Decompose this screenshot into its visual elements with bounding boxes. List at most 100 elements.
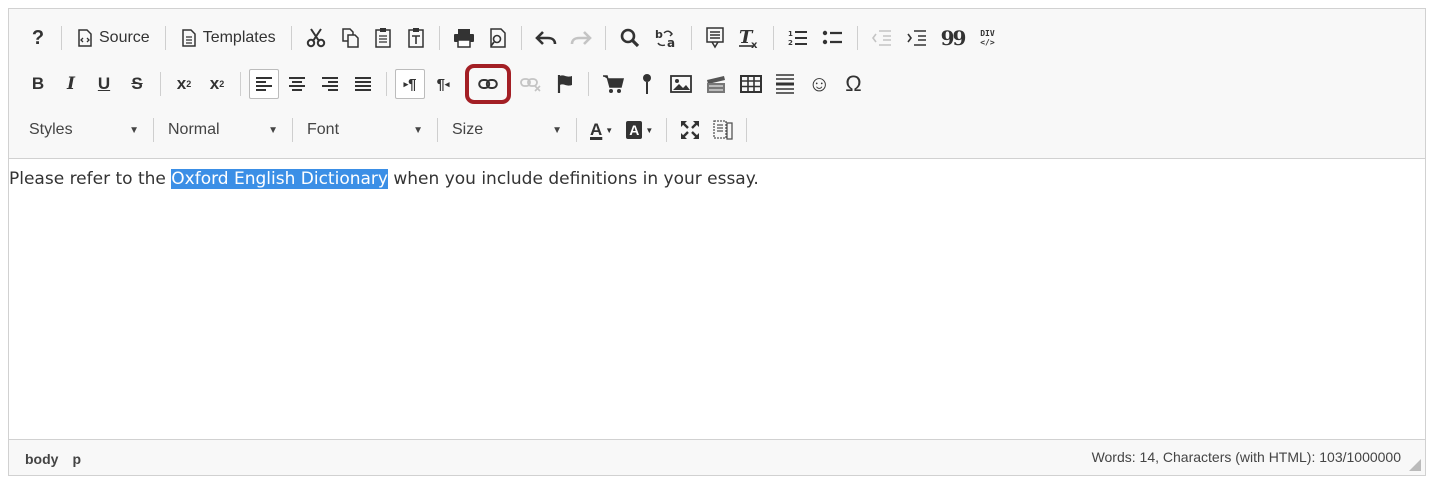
- toolbar-separator: [437, 118, 438, 142]
- special-character-button[interactable]: Ω: [838, 69, 868, 99]
- bulleted-list-button[interactable]: [817, 23, 849, 53]
- selected-text: Oxford English Dictionary: [171, 169, 388, 189]
- pin-icon: [643, 74, 651, 94]
- numbered-list-button[interactable]: 12: [782, 23, 814, 53]
- insert-media-button[interactable]: [700, 69, 732, 99]
- subscript-button[interactable]: x2: [169, 69, 199, 99]
- toolbar-separator: [520, 26, 522, 50]
- align-center-button[interactable]: [282, 69, 312, 99]
- align-center-icon: [289, 77, 305, 91]
- remove-format-button[interactable]: Tx: [733, 23, 765, 53]
- cut-button[interactable]: [300, 23, 332, 53]
- subscript-digit: 2: [186, 79, 192, 89]
- print-button[interactable]: [448, 23, 480, 53]
- align-right-button[interactable]: [315, 69, 345, 99]
- insert-image-button[interactable]: [665, 69, 697, 99]
- horizontal-rule-button[interactable]: [770, 69, 800, 99]
- path-item-body[interactable]: body: [25, 451, 58, 467]
- text-direction-rtl-button[interactable]: ¶ ◂: [428, 69, 458, 99]
- styles-dropdown-label: Styles: [29, 121, 73, 138]
- rich-text-editor: ? Source Templates b a T x 1 2 99 DIV </…: [8, 8, 1426, 476]
- insert-link-button[interactable]: [465, 64, 511, 104]
- show-blocks-button[interactable]: [708, 115, 738, 145]
- preview-icon: [489, 28, 506, 48]
- copy-icon: [341, 28, 359, 48]
- strikethrough-button[interactable]: S: [122, 69, 152, 99]
- decrease-indent-button[interactable]: [866, 23, 898, 53]
- resize-handle-icon[interactable]: [1409, 459, 1421, 471]
- anchor-button[interactable]: [550, 69, 580, 99]
- background-color-icon: A: [626, 121, 643, 139]
- outdent-icon: [871, 30, 891, 46]
- image-icon: [670, 75, 692, 93]
- increase-indent-button[interactable]: [901, 23, 933, 53]
- create-div-button[interactable]: DIV </>: [972, 23, 1002, 53]
- insert-smiley-button[interactable]: ☺: [803, 69, 835, 99]
- undo-icon: [534, 31, 556, 45]
- maximize-button[interactable]: [675, 115, 705, 145]
- styles-dropdown[interactable]: Styles ▼: [23, 115, 145, 145]
- bold-button[interactable]: B: [23, 69, 53, 99]
- text-direction-ltr-button[interactable]: ▸ ¶: [395, 69, 425, 99]
- chevron-down-icon: ▼: [605, 125, 614, 135]
- redo-button[interactable]: [565, 23, 597, 53]
- bulleted-list-icon: [822, 30, 842, 45]
- toolbar-separator: [576, 118, 577, 142]
- rtl-pilcrow: ¶: [436, 75, 445, 93]
- paste-text-icon: [407, 28, 424, 48]
- blockquote-button[interactable]: 99: [936, 23, 970, 53]
- replace-button[interactable]: ba: [649, 23, 683, 53]
- format-dropdown[interactable]: Normal ▼: [162, 115, 284, 145]
- find-button[interactable]: [614, 23, 646, 53]
- toolbar-separator: [164, 26, 166, 50]
- content-text-after: when you include definitions in your ess…: [387, 169, 759, 189]
- font-dropdown[interactable]: Font ▼: [301, 115, 429, 145]
- preview-button[interactable]: [483, 23, 513, 53]
- subscript-x: x: [176, 74, 187, 93]
- remove-format-icon: Tx: [738, 27, 758, 49]
- chevron-down-icon: ▼: [552, 124, 562, 136]
- align-left-button[interactable]: [249, 69, 279, 99]
- editor-content-area[interactable]: Please refer to the Oxford English Dicti…: [9, 159, 1425, 441]
- chevron-down-icon: ▼: [645, 125, 654, 135]
- undo-button[interactable]: [530, 23, 562, 53]
- text-color-icon: A: [590, 120, 603, 139]
- source-button[interactable]: Source: [70, 23, 157, 53]
- spellcheck-button[interactable]: [700, 23, 730, 53]
- film-icon: [707, 76, 725, 93]
- toolbar-separator: [772, 26, 774, 50]
- ltr-pilcrow: ¶: [408, 75, 417, 93]
- superscript-button[interactable]: x2: [202, 69, 232, 99]
- superscript-x: x: [209, 74, 220, 93]
- insert-table-button[interactable]: [735, 69, 767, 99]
- unlink-button[interactable]: [515, 69, 547, 99]
- toolbar-separator: [61, 26, 62, 50]
- templates-button[interactable]: Templates: [174, 23, 283, 53]
- background-color-button[interactable]: A ▼: [621, 115, 658, 145]
- search-icon: [620, 28, 639, 48]
- align-right-icon: [322, 77, 338, 91]
- underline-button[interactable]: U: [89, 69, 119, 99]
- svg-text:1: 1: [788, 30, 793, 38]
- justify-button[interactable]: [348, 69, 378, 99]
- numbered-list-icon: 12: [788, 30, 807, 47]
- insert-cart-button[interactable]: [597, 69, 629, 99]
- svg-text:x: x: [751, 40, 758, 49]
- paste-text-button[interactable]: [401, 23, 431, 53]
- toolbar-separator: [856, 26, 858, 50]
- word-count: Words: 14, Characters (with HTML): 103/1…: [1091, 449, 1401, 465]
- svg-text:b: b: [655, 28, 663, 41]
- help-button[interactable]: ?: [23, 23, 53, 53]
- div-code-label: </>: [980, 38, 995, 47]
- status-bar: body p Words: 14, Characters (with HTML)…: [9, 439, 1425, 475]
- text-color-button[interactable]: A ▼: [585, 115, 618, 145]
- paste-button[interactable]: [368, 23, 398, 53]
- copy-button[interactable]: [335, 23, 365, 53]
- toolbar-row-1: ? Source Templates b a T x 1 2 99 DIV </…: [23, 21, 1005, 55]
- insert-pin-button[interactable]: [632, 69, 662, 99]
- path-item-p[interactable]: p: [72, 451, 81, 467]
- size-dropdown[interactable]: Size ▼: [446, 115, 568, 145]
- link-icon: [478, 79, 498, 89]
- italic-button[interactable]: I: [56, 69, 86, 99]
- templates-icon: [181, 29, 196, 47]
